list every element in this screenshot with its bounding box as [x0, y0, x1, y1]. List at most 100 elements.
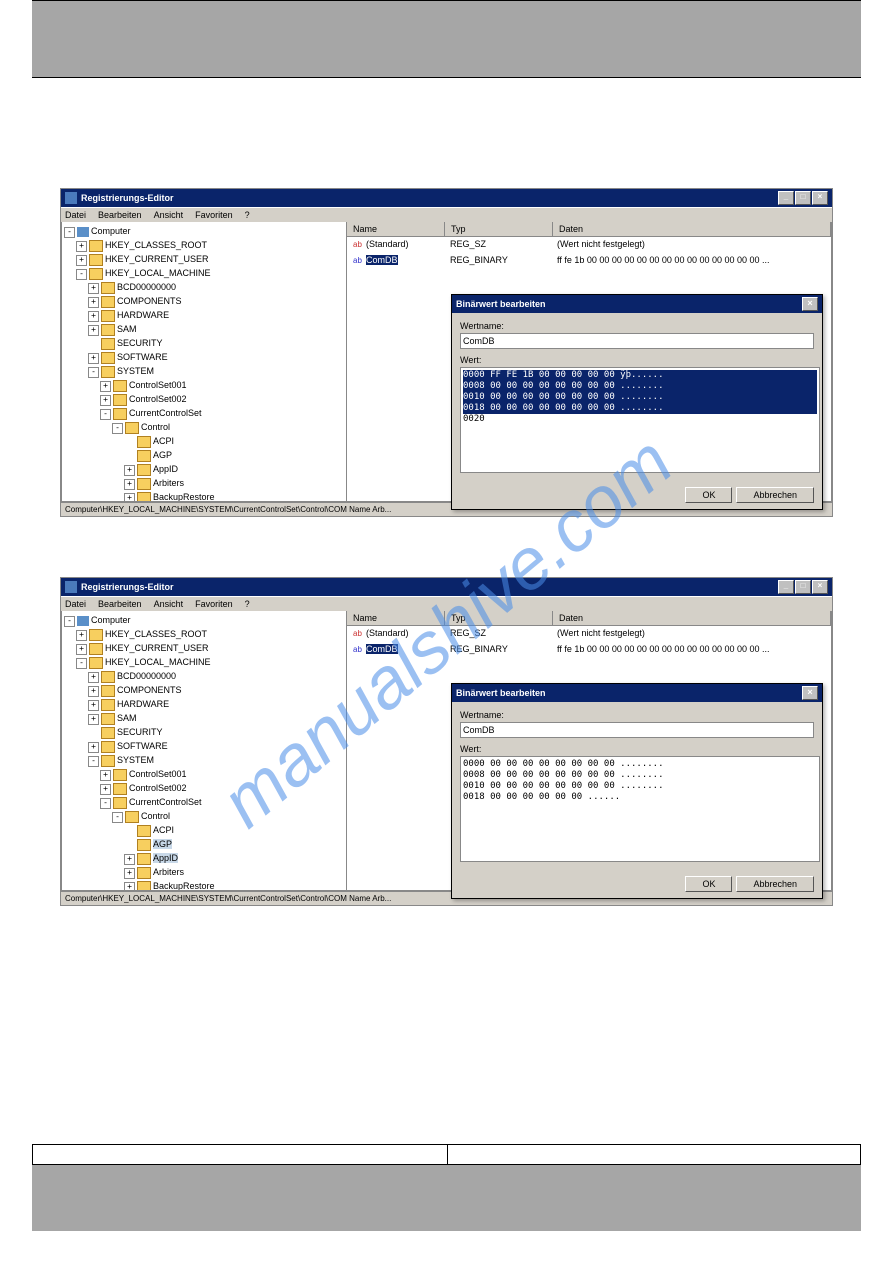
list-row[interactable]: abComDBREG_BINARYff fe 1b 00 00 00 00 00…: [347, 642, 831, 658]
expand-icon[interactable]: +: [88, 311, 99, 322]
wertname-input[interactable]: [460, 722, 814, 738]
list-row[interactable]: abComDBREG_BINARYff fe 1b 00 00 00 00 00…: [347, 253, 831, 269]
expand-icon[interactable]: +: [100, 381, 111, 392]
tree-node[interactable]: SYSTEM: [117, 366, 154, 376]
tree-node[interactable]: SECURITY: [117, 338, 163, 348]
tree-node[interactable]: SAM: [117, 713, 137, 723]
menu-item[interactable]: Datei: [65, 210, 86, 220]
tree-node[interactable]: ControlSet001: [129, 380, 187, 390]
expand-icon[interactable]: -: [112, 423, 123, 434]
expand-icon[interactable]: -: [64, 227, 75, 238]
tree-node[interactable]: Control: [141, 422, 170, 432]
registry-tree[interactable]: - Computer + HKEY_CLASSES_ROOT + HKEY_CURRENT…: [61, 611, 347, 891]
expand-icon[interactable]: +: [88, 325, 99, 336]
expand-icon[interactable]: +: [124, 854, 135, 865]
hex-editor[interactable]: 0000 FF FE 1B 00 00 00 00 00 ÿþ......000…: [460, 367, 820, 473]
expand-icon[interactable]: +: [100, 784, 111, 795]
cancel-button[interactable]: Abbrechen: [736, 487, 814, 503]
tree-node[interactable]: Arbiters: [153, 867, 184, 877]
tree-node[interactable]: HKEY_LOCAL_MACHINE: [105, 268, 211, 278]
wertname-input[interactable]: [460, 333, 814, 349]
expand-icon[interactable]: +: [124, 493, 135, 502]
list-row[interactable]: ab(Standard)REG_SZ(Wert nicht festgelegt…: [347, 626, 831, 642]
tree-node[interactable]: CurrentControlSet: [129, 408, 202, 418]
tree-node[interactable]: Arbiters: [153, 478, 184, 488]
menu-item[interactable]: Favoriten: [195, 599, 233, 609]
menu-item[interactable]: Ansicht: [154, 599, 184, 609]
menu-item[interactable]: Datei: [65, 599, 86, 609]
expand-icon[interactable]: -: [100, 409, 111, 420]
tree-node[interactable]: HKEY_CLASSES_ROOT: [105, 629, 207, 639]
menu-item[interactable]: ?: [245, 210, 250, 220]
tree-node[interactable]: SYSTEM: [117, 755, 154, 765]
tree-node[interactable]: BCD00000000: [117, 282, 176, 292]
tree-node[interactable]: HKEY_CLASSES_ROOT: [105, 240, 207, 250]
expand-icon[interactable]: +: [88, 297, 99, 308]
tree-node[interactable]: CurrentControlSet: [129, 797, 202, 807]
expand-icon[interactable]: -: [88, 756, 99, 767]
tree-root[interactable]: Computer: [91, 226, 131, 236]
menu-item[interactable]: Bearbeiten: [98, 210, 142, 220]
tree-node[interactable]: HKEY_CURRENT_USER: [105, 643, 209, 653]
ok-button[interactable]: OK: [685, 876, 732, 892]
tree-node[interactable]: AGP: [153, 839, 172, 849]
tree-node[interactable]: ControlSet002: [129, 783, 187, 793]
registry-tree[interactable]: - Computer + HKEY_CLASSES_ROOT + HKEY_CURRENT…: [61, 222, 347, 502]
menu-item[interactable]: ?: [245, 599, 250, 609]
expand-icon[interactable]: -: [88, 367, 99, 378]
expand-icon[interactable]: +: [88, 672, 99, 683]
tree-node[interactable]: COMPONENTS: [117, 685, 182, 695]
tree-node[interactable]: SOFTWARE: [117, 741, 168, 751]
expand-icon[interactable]: +: [76, 644, 87, 655]
expand-icon[interactable]: +: [124, 465, 135, 476]
hex-editor[interactable]: 0000 00 00 00 00 00 00 00 00 ........000…: [460, 756, 820, 862]
tree-node[interactable]: AppID: [153, 853, 178, 863]
expand-icon[interactable]: -: [76, 658, 87, 669]
tree-node[interactable]: HARDWARE: [117, 310, 169, 320]
tree-node[interactable]: SAM: [117, 324, 137, 334]
tree-node[interactable]: HKEY_LOCAL_MACHINE: [105, 657, 211, 667]
tree-node[interactable]: AGP: [153, 450, 172, 460]
expand-icon[interactable]: +: [100, 770, 111, 781]
tree-node[interactable]: AppID: [153, 464, 178, 474]
tree-node[interactable]: HKEY_CURRENT_USER: [105, 254, 209, 264]
expand-icon[interactable]: -: [112, 812, 123, 823]
tree-node[interactable]: SECURITY: [117, 727, 163, 737]
minimize-button[interactable]: _: [778, 191, 794, 205]
maximize-button[interactable]: □: [795, 191, 811, 205]
expand-icon[interactable]: +: [88, 700, 99, 711]
menu-item[interactable]: Favoriten: [195, 210, 233, 220]
expand-icon[interactable]: +: [76, 241, 87, 252]
expand-icon[interactable]: -: [100, 798, 111, 809]
expand-icon[interactable]: +: [88, 714, 99, 725]
minimize-button[interactable]: _: [778, 580, 794, 594]
close-button[interactable]: ×: [812, 580, 828, 594]
dialog-close-button[interactable]: ×: [802, 686, 818, 700]
menu-item[interactable]: Bearbeiten: [98, 599, 142, 609]
expand-icon[interactable]: +: [76, 630, 87, 641]
dialog-close-button[interactable]: ×: [802, 297, 818, 311]
tree-node[interactable]: HARDWARE: [117, 699, 169, 709]
expand-icon[interactable]: +: [124, 868, 135, 879]
expand-icon[interactable]: +: [88, 353, 99, 364]
tree-node[interactable]: SOFTWARE: [117, 352, 168, 362]
list-row[interactable]: ab(Standard)REG_SZ(Wert nicht festgelegt…: [347, 237, 831, 253]
close-button[interactable]: ×: [812, 191, 828, 205]
cancel-button[interactable]: Abbrechen: [736, 876, 814, 892]
tree-node[interactable]: BCD00000000: [117, 671, 176, 681]
expand-icon[interactable]: +: [76, 255, 87, 266]
expand-icon[interactable]: +: [88, 686, 99, 697]
tree-node[interactable]: Control: [141, 811, 170, 821]
tree-node[interactable]: ACPI: [153, 825, 174, 835]
expand-icon[interactable]: +: [88, 283, 99, 294]
expand-icon[interactable]: +: [100, 395, 111, 406]
expand-icon[interactable]: +: [124, 882, 135, 891]
expand-icon[interactable]: +: [124, 479, 135, 490]
tree-root[interactable]: Computer: [91, 615, 131, 625]
maximize-button[interactable]: □: [795, 580, 811, 594]
tree-node[interactable]: COMPONENTS: [117, 296, 182, 306]
expand-icon[interactable]: +: [88, 742, 99, 753]
ok-button[interactable]: OK: [685, 487, 732, 503]
expand-icon[interactable]: -: [76, 269, 87, 280]
tree-node[interactable]: BackupRestore: [153, 492, 215, 502]
